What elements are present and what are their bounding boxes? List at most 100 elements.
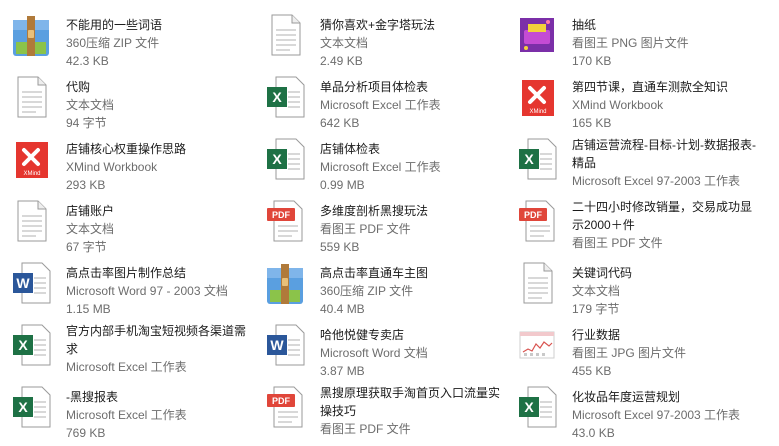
file-name: 化妆品年度运营规划: [572, 390, 681, 404]
file-name: 代购: [66, 80, 91, 94]
file-type: 看图王 PNG 图片文件: [572, 36, 689, 50]
file-type: 看图王 PDF 文件: [572, 236, 663, 250]
file-item[interactable]: 抽纸 看图王 PNG 图片文件 170 KB: [510, 6, 760, 68]
file-item[interactable]: 行业数据 看图王 JPG 图片文件 455 KB: [510, 316, 760, 378]
file-item[interactable]: X 单品分析项目体检表 Microsoft Excel 工作表 642 KB: [258, 68, 508, 130]
file-item[interactable]: PDF 多维度剖析黑搜玩法 看图王 PDF 文件 559 KB: [258, 192, 508, 254]
svg-text:PDF: PDF: [524, 210, 543, 220]
file-name: 多维度剖析黑搜玩法: [320, 204, 429, 218]
file-type: Microsoft Excel 97-2003 工作表: [572, 408, 741, 422]
file-type: Microsoft Excel 工作表: [320, 98, 441, 112]
file-item[interactable]: 代购 文本文档 94 字节: [4, 68, 254, 130]
pdf-file-icon: PDF: [264, 384, 306, 430]
pdf-file-icon: PDF: [516, 198, 558, 244]
file-type: 看图王 PDF 文件: [320, 222, 411, 236]
file-name: 店铺体检表: [320, 142, 381, 156]
file-item[interactable]: X 官方内部手机淘宝短视频各渠道需求 Microsoft Excel 工作表: [4, 316, 254, 376]
excel-workbook-icon: X: [10, 322, 52, 368]
svg-text:PDF: PDF: [272, 396, 291, 406]
file-item[interactable]: PDF 二十四小时修改销量，交易成功显示2000＋件 看图王 PDF 文件: [510, 192, 760, 252]
file-size: 43.0 KB: [572, 426, 615, 440]
file-name: 高点击率直通车主图: [320, 266, 429, 280]
file-type: 看图王 JPG 图片文件: [572, 346, 687, 360]
file-name: 二十四小时修改销量，交易成功显示2000＋件: [572, 200, 753, 232]
file-type: Microsoft Excel 97-2003 工作表: [572, 174, 741, 188]
file-item[interactable]: 店铺账户 文本文档 67 字节: [4, 192, 254, 254]
file-type: 文本文档: [320, 36, 369, 50]
file-item[interactable]: X -黑搜报表 Microsoft Excel 工作表 769 KB: [4, 378, 254, 440]
file-item[interactable]: 不能用的一些词语 360压缩 ZIP 文件 42.3 KB: [4, 6, 254, 68]
file-name: 行业数据: [572, 328, 621, 342]
file-type: 看图王 PDF 文件: [320, 422, 411, 436]
svg-text:XMind: XMind: [529, 109, 546, 115]
file-list: 不能用的一些词语 360压缩 ZIP 文件 42.3 KB 代购 文本文档 94…: [0, 0, 779, 446]
svg-text:W: W: [16, 275, 30, 291]
zip-archive-icon: [10, 12, 52, 58]
excel-workbook-icon: X: [10, 384, 52, 430]
svg-text:W: W: [270, 337, 284, 353]
file-type: XMind Workbook: [66, 160, 158, 174]
svg-text:XMind: XMind: [23, 171, 40, 177]
file-item[interactable]: 高点击率直通车主图 360压缩 ZIP 文件 40.4 MB: [258, 254, 508, 316]
file-name: 店铺账户: [66, 204, 115, 218]
file-name: 抽纸: [572, 18, 597, 32]
zip-archive-icon: [264, 260, 306, 306]
file-name: 不能用的一些词语: [66, 18, 163, 32]
svg-text:X: X: [18, 399, 28, 415]
xmind-icon: XMind: [10, 136, 52, 182]
excel-workbook-icon: X: [516, 136, 558, 182]
file-item[interactable]: X 化妆品年度运营规划 Microsoft Excel 97-2003 工作表 …: [510, 378, 760, 440]
text-document-icon: [10, 198, 52, 244]
svg-text:X: X: [272, 151, 282, 167]
excel-workbook-icon: X: [516, 384, 558, 430]
file-item[interactable]: X 店铺运营流程-目标-计划-数据报表-精品 Microsoft Excel 9…: [510, 130, 760, 190]
file-name: 单品分析项目体检表: [320, 80, 429, 94]
svg-text:PDF: PDF: [272, 210, 291, 220]
file-item[interactable]: W 哈他悦健专卖店 Microsoft Word 文档 3.87 MB: [258, 316, 508, 378]
file-name: 高点击率图片制作总结: [66, 266, 187, 280]
file-item[interactable]: XMind 店铺核心权重操作思路 XMind Workbook 293 KB: [4, 130, 254, 192]
file-item[interactable]: XMind 第四节课，直通车测款全知识 XMind Workbook 165 K…: [510, 68, 760, 130]
file-type: Microsoft Excel 工作表: [320, 160, 441, 174]
file-name: 关键词代码: [572, 266, 633, 280]
text-document-icon: [10, 74, 52, 120]
file-name: 第四节课，直通车测款全知识: [572, 80, 729, 94]
file-name: -黑搜报表: [66, 390, 118, 404]
file-type: 文本文档: [66, 222, 115, 236]
file-type: Microsoft Word 文档: [320, 346, 428, 360]
file-name: 黑搜原理获取手淘首页入口流量实操技巧: [320, 386, 501, 418]
word-document-icon: W: [10, 260, 52, 306]
svg-text:X: X: [524, 399, 534, 415]
file-type: 360压缩 ZIP 文件: [320, 284, 414, 298]
png-thumbnail-icon: [516, 12, 558, 58]
file-item[interactable]: 关键词代码 文本文档 179 字节: [510, 254, 760, 316]
file-item[interactable]: X 店铺体检表 Microsoft Excel 工作表 0.99 MB: [258, 130, 508, 192]
file-item[interactable]: W 高点击率图片制作总结 Microsoft Word 97 - 2003 文档…: [4, 254, 254, 316]
text-document-icon: [264, 12, 306, 58]
file-name: 猜你喜欢+金字塔玩法: [320, 18, 436, 32]
file-size: 769 KB: [66, 426, 106, 440]
svg-text:X: X: [524, 151, 534, 167]
pdf-file-icon: PDF: [264, 198, 306, 244]
file-item[interactable]: PDF 黑搜原理获取手淘首页入口流量实操技巧 看图王 PDF 文件: [258, 378, 508, 438]
excel-workbook-icon: X: [264, 74, 306, 120]
text-document-icon: [516, 260, 558, 306]
file-type: 360压缩 ZIP 文件: [66, 36, 160, 50]
file-name: 官方内部手机淘宝短视频各渠道需求: [66, 324, 247, 356]
svg-text:X: X: [272, 89, 282, 105]
xmind-icon: XMind: [516, 74, 558, 120]
excel-workbook-icon: X: [264, 136, 306, 182]
svg-text:X: X: [18, 337, 28, 353]
file-type: Microsoft Excel 工作表: [66, 408, 187, 422]
file-type: XMind Workbook: [572, 98, 664, 112]
file-name: 店铺核心权重操作思路: [66, 142, 187, 156]
word-document-icon: W: [264, 322, 306, 368]
file-type: 文本文档: [572, 284, 621, 298]
file-type: Microsoft Excel 工作表: [66, 360, 187, 374]
jpg-thumbnail-icon: [516, 322, 558, 368]
file-type: Microsoft Word 97 - 2003 文档: [66, 284, 228, 298]
file-name: 店铺运营流程-目标-计划-数据报表-精品: [572, 138, 756, 170]
file-type: 文本文档: [66, 98, 115, 112]
file-name: 哈他悦健专卖店: [320, 328, 405, 342]
file-item[interactable]: 猜你喜欢+金字塔玩法 文本文档 2.49 KB: [258, 6, 508, 68]
